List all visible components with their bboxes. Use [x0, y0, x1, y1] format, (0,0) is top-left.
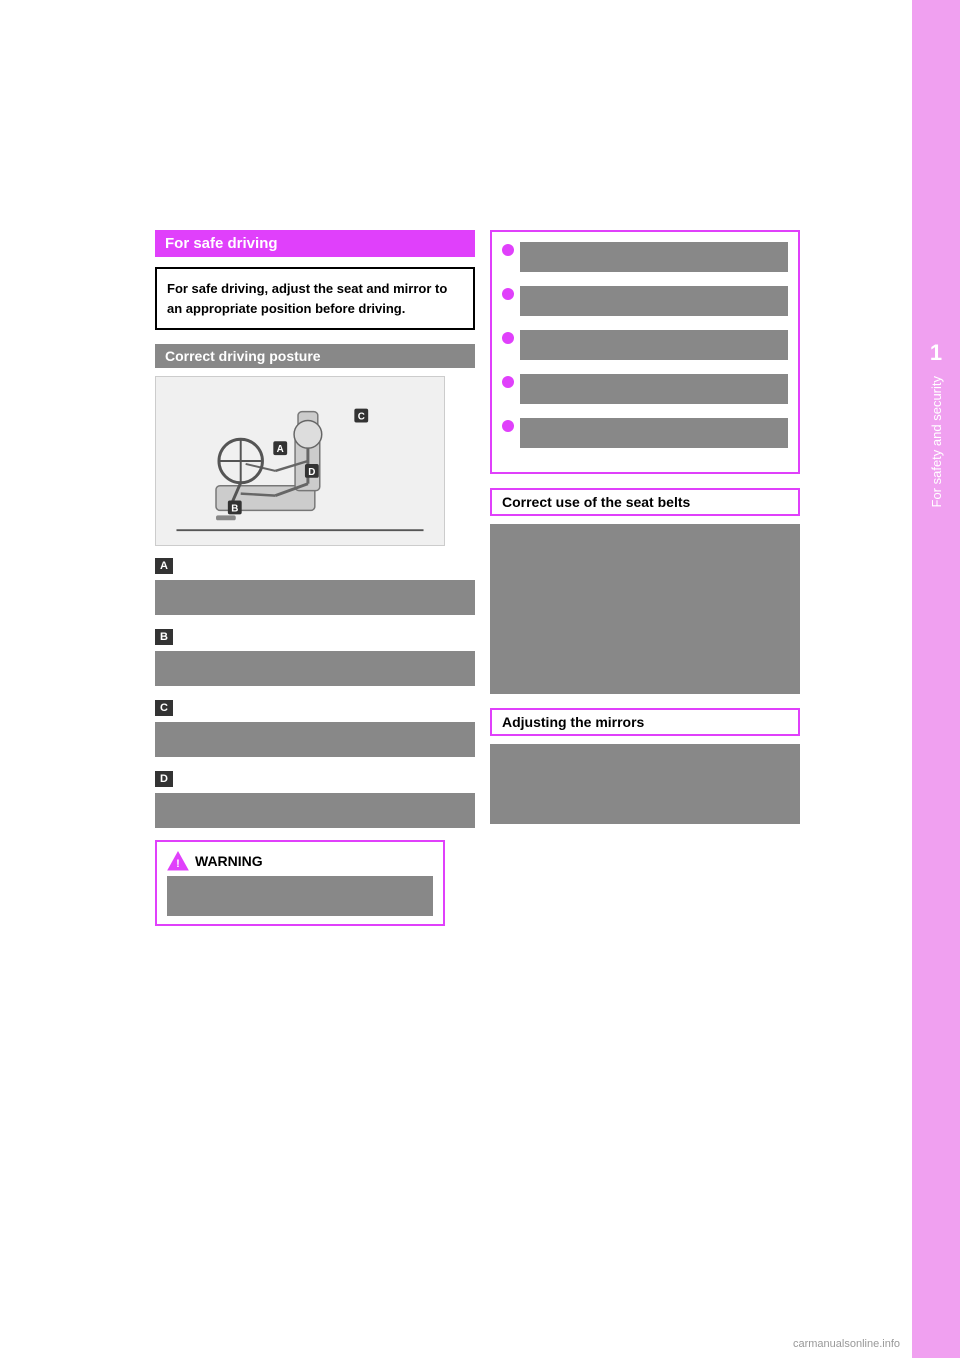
mirrors-header: Adjusting the mirrors: [490, 708, 800, 736]
driving-posture-header: Correct driving posture: [155, 344, 475, 368]
label-b-key: B: [155, 629, 173, 645]
label-d-item: D: [155, 769, 475, 828]
right-column: Correct use of the seat belts Adjusting …: [490, 230, 800, 824]
left-column: For safe driving For safe driving, adjus…: [155, 230, 475, 926]
seat-belts-header: Correct use of the seat belts: [490, 488, 800, 516]
warning-box: ! WARNING: [155, 840, 445, 926]
warning-icon: !: [167, 850, 189, 872]
bullet-text-2: [520, 286, 788, 316]
safe-driving-header: For safe driving: [155, 230, 475, 257]
warning-title: WARNING: [195, 853, 263, 869]
bullet-text-4: [520, 374, 788, 404]
label-c-key: C: [155, 700, 173, 716]
label-a-text: [155, 580, 475, 615]
bullet-list-box: [490, 230, 800, 474]
label-a-key: A: [155, 558, 173, 574]
svg-text:D: D: [308, 467, 315, 478]
svg-text:B: B: [231, 503, 238, 514]
mirrors-content: [490, 744, 800, 824]
bullet-item-2: [502, 286, 788, 316]
label-c-text: [155, 722, 475, 757]
bullet-text-1: [520, 242, 788, 272]
warning-text: [167, 876, 433, 916]
bullet-text-3: [520, 330, 788, 360]
sidebar-label: For safety and security: [929, 376, 944, 508]
sidebar: 1 For safety and security: [912, 0, 960, 1358]
bullet-dot-1: [502, 244, 514, 256]
page: For safe driving For safe driving, adjus…: [0, 0, 960, 1358]
car-diagram: A B C D: [155, 376, 445, 546]
label-d-key: D: [155, 771, 173, 787]
label-a-item: A: [155, 556, 475, 615]
svg-text:A: A: [277, 444, 284, 455]
bullet-text-5: [520, 418, 788, 448]
svg-text:!: !: [176, 858, 180, 870]
label-b-text: [155, 651, 475, 686]
bullet-item-5: [502, 418, 788, 448]
watermark: carmanualsonline.info: [793, 1338, 900, 1350]
bullet-dot-5: [502, 420, 514, 432]
bullet-item-1: [502, 242, 788, 272]
bullet-item-4: [502, 374, 788, 404]
label-c-item: C: [155, 698, 475, 757]
seat-belts-content: [490, 524, 800, 694]
warning-header: ! WARNING: [167, 850, 433, 872]
bullet-dot-2: [502, 288, 514, 300]
svg-text:C: C: [358, 411, 365, 422]
info-box: For safe driving, adjust the seat and mi…: [155, 267, 475, 330]
sidebar-number: 1: [930, 340, 942, 366]
label-d-text: [155, 793, 475, 828]
main-content: For safe driving For safe driving, adjus…: [0, 0, 912, 1358]
info-text: For safe driving, adjust the seat and mi…: [167, 281, 447, 316]
bullet-item-3: [502, 330, 788, 360]
label-b-item: B: [155, 627, 475, 686]
bullet-dot-4: [502, 376, 514, 388]
bullet-dot-3: [502, 332, 514, 344]
